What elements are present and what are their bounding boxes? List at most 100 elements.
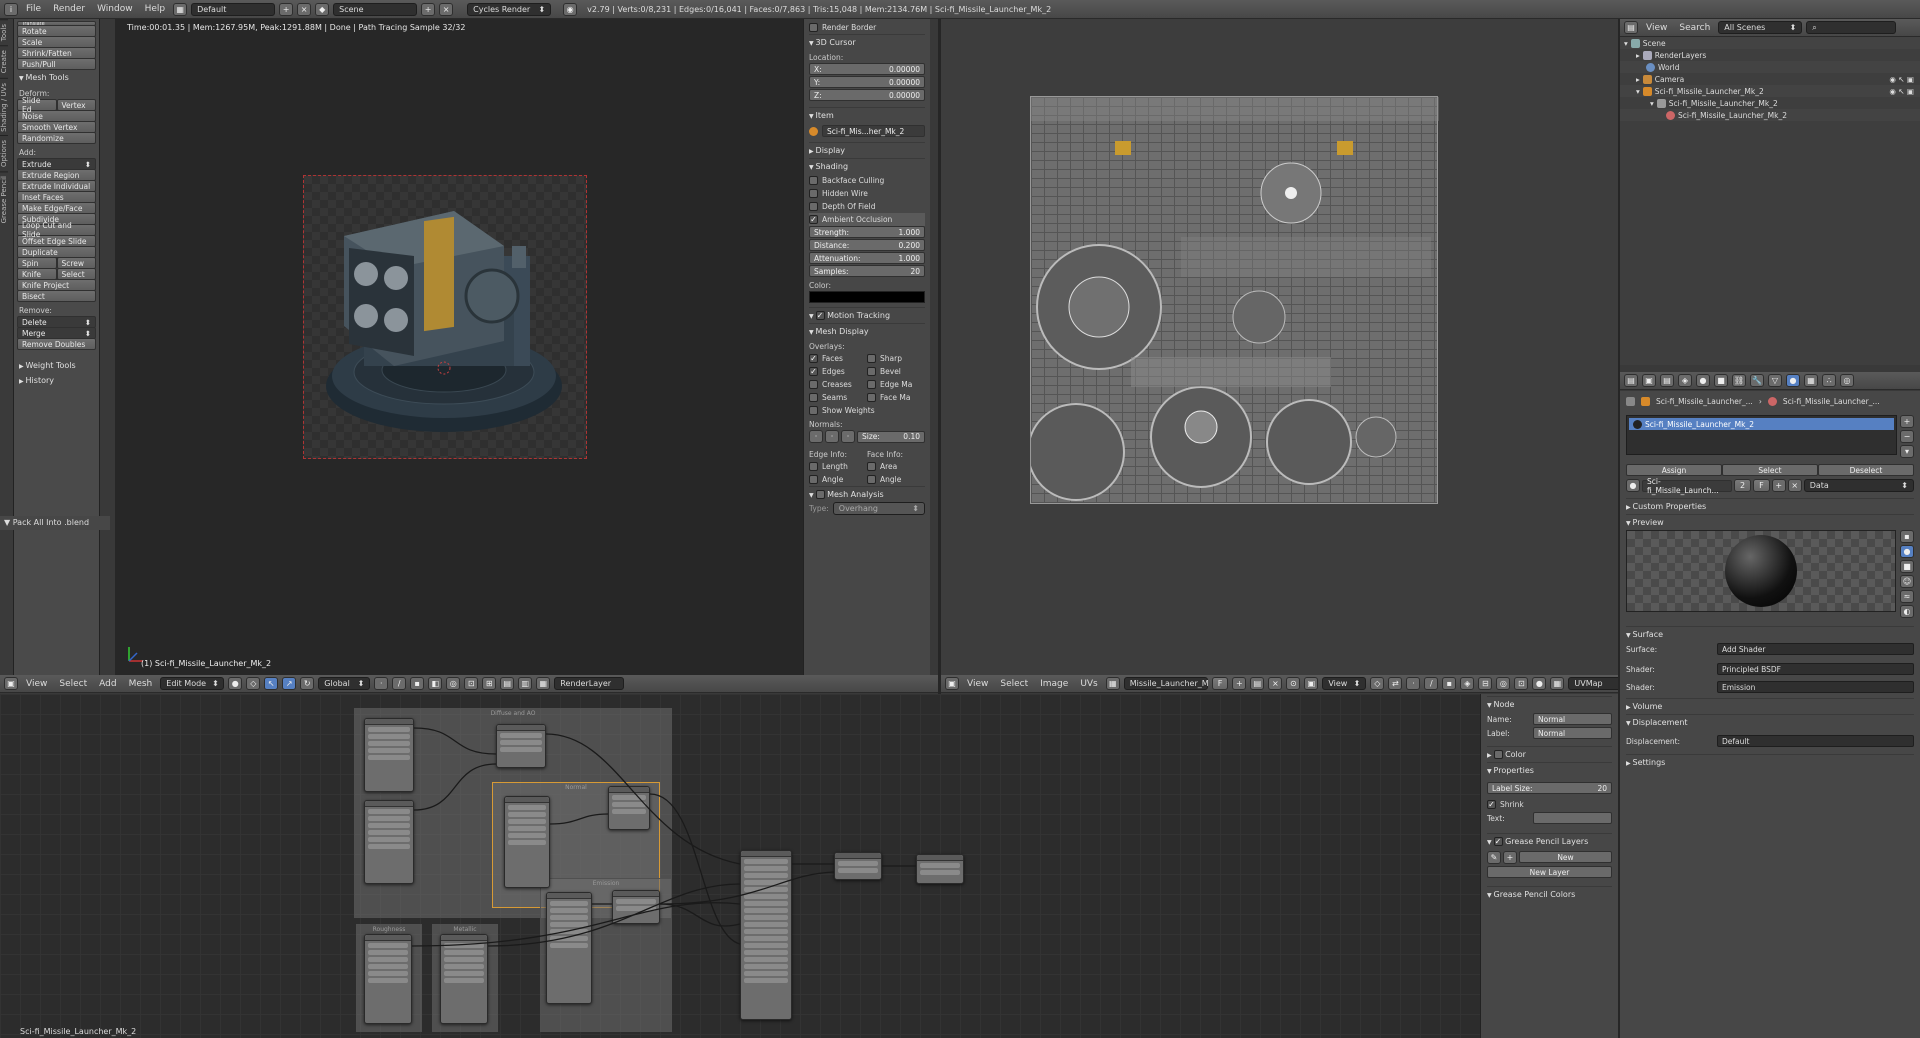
manipulator-icon[interactable]: ↖ <box>264 677 279 690</box>
surface-panel[interactable]: Surface <box>1626 626 1914 642</box>
uv-edge-icon[interactable]: / <box>1424 677 1439 690</box>
render-layers-tab-icon[interactable]: ▤ <box>1660 374 1674 387</box>
assign-button[interactable]: Assign <box>1626 464 1722 476</box>
gp-new-button[interactable]: New <box>1519 851 1612 863</box>
scene-tab-icon[interactable]: ◈ <box>1678 374 1692 387</box>
material-slot-item[interactable]: Sci-fi_Missile_Launcher_Mk_2 <box>1629 418 1894 430</box>
analysis-type-select[interactable]: Overhang ⬍ <box>832 502 925 515</box>
rotate-manip-icon[interactable]: ↻ <box>300 677 315 690</box>
render-border-toggle[interactable]: Render Border <box>809 21 925 34</box>
ao-color-swatch[interactable] <box>809 291 925 303</box>
display-panel[interactable]: Display <box>809 142 925 158</box>
outliner-item-material[interactable]: Sci-fi_Missile_Launcher_Mk_2 <box>1620 109 1920 121</box>
remove-doubles-button[interactable]: Remove Doubles <box>17 338 96 350</box>
face-normals-icon[interactable]: · <box>841 430 855 443</box>
menu-render[interactable]: Render <box>49 4 89 14</box>
menu-help[interactable]: Help <box>141 4 170 14</box>
deselect-button[interactable]: Deselect <box>1818 464 1914 476</box>
world-tab-icon[interactable]: ● <box>1696 374 1710 387</box>
mesh-tools-panel[interactable]: Mesh Tools <box>17 69 96 84</box>
displacement-panel[interactable]: Displacement <box>1626 714 1914 730</box>
item-name-field[interactable]: Sci-fi_Mis...her_Mk_2 <box>822 125 925 137</box>
text-field[interactable] <box>1533 812 1612 824</box>
editor-type-3d-icon[interactable]: ▣ <box>4 677 18 690</box>
ambient-occlusion-toggle[interactable]: Ambient Occlusion <box>809 213 925 226</box>
overlay-edge-marks-toggle[interactable]: Edge Ma <box>867 378 925 391</box>
uv-menu-uvs[interactable]: UVs <box>1076 679 1101 689</box>
overlay-face-marks-toggle[interactable]: Face Ma <box>867 391 925 404</box>
cursor-y-field[interactable]: Y: 0.00000 <box>809 76 925 88</box>
split-normals-icon[interactable]: · <box>825 430 839 443</box>
uv-menu-image[interactable]: Image <box>1036 679 1072 689</box>
material-fake-user-button[interactable]: F <box>1753 479 1770 492</box>
3d-cursor-panel[interactable]: 3D Cursor <box>809 34 925 50</box>
view-mode-selector[interactable]: View ⬍ <box>1322 677 1367 690</box>
render-layer-icon[interactable]: ▦ <box>536 677 551 690</box>
viewport-shading-icon[interactable]: ● <box>228 677 243 690</box>
outliner-search-input[interactable]: ⌕ <box>1806 21 1897 34</box>
snap-icon[interactable]: ⊡ <box>464 677 479 690</box>
gp-add-icon[interactable]: + <box>1503 851 1517 864</box>
pack-all-panel[interactable]: ▼ Pack All Into .blend <box>0 516 110 530</box>
image-pin-icon[interactable]: ⊙ <box>1286 677 1301 690</box>
slot-menu-icon[interactable]: ▾ <box>1900 445 1914 458</box>
vertex-select-icon[interactable]: · <box>374 677 389 690</box>
edge-select-icon[interactable]: / <box>392 677 407 690</box>
uv-channel-icon[interactable]: ● <box>1532 677 1547 690</box>
render-engine-selector[interactable]: Cycles Render ⬍ <box>467 2 552 16</box>
material-tab-icon[interactable]: ● <box>1786 374 1800 387</box>
uv-proportional-icon[interactable]: ◎ <box>1496 677 1511 690</box>
overlay-bevel-toggle[interactable]: Bevel <box>867 365 925 378</box>
tab-grease-pencil[interactable]: Grease Pencil <box>0 171 8 228</box>
image-new-icon[interactable]: + <box>1232 677 1247 690</box>
render-animation-icon[interactable]: ▥ <box>518 677 533 690</box>
uv-island-icon[interactable]: ◈ <box>1460 677 1475 690</box>
vertex-normals-icon[interactable]: · <box>809 430 823 443</box>
layout-selector[interactable]: Default <box>191 2 276 16</box>
preview-sphere-icon[interactable]: ● <box>1900 545 1914 558</box>
face-angle-toggle[interactable]: Angle <box>867 473 925 486</box>
ao-attenuation-field[interactable]: Attenuation: 1.000 <box>809 252 925 264</box>
3d-viewport[interactable]: Time:00:01.35 | Mem:1267.95M, Peak:1291.… <box>115 19 803 675</box>
displacement-selector[interactable]: Default <box>1717 735 1914 747</box>
uv-menu-select[interactable]: Select <box>996 679 1032 689</box>
node-panel[interactable]: Node <box>1487 696 1612 712</box>
ao-strength-field[interactable]: Strength: 1.000 <box>809 226 925 238</box>
npanel-scrollbar[interactable] <box>930 19 938 675</box>
uv-pivot-icon[interactable]: ◇ <box>1370 677 1385 690</box>
modifiers-tab-icon[interactable]: 🔧 <box>1750 374 1764 387</box>
editor-type-uv-icon[interactable]: ▣ <box>945 677 959 690</box>
remove-layout-icon[interactable]: × <box>297 2 312 16</box>
pivot-icon[interactable]: ◇ <box>246 677 261 690</box>
tab-shading-uvs[interactable]: Shading / UVs <box>0 77 8 136</box>
tab-tools[interactable]: Tools <box>0 19 8 46</box>
material-link-selector[interactable]: Data ⬍ <box>1803 479 1914 492</box>
uv-sync-icon[interactable]: ⇄ <box>1388 677 1403 690</box>
image-unlink-icon[interactable]: × <box>1268 677 1283 690</box>
pin-icon[interactable] <box>1626 396 1635 406</box>
overlay-sharp-toggle[interactable]: Sharp <box>867 352 925 365</box>
menu-select[interactable]: Select <box>55 679 91 689</box>
edge-length-toggle[interactable]: Length <box>809 460 867 473</box>
uv-face-icon[interactable]: ▪ <box>1442 677 1457 690</box>
editor-type-properties-icon[interactable]: ▤ <box>1624 374 1638 387</box>
grease-pencil-icon[interactable]: ✎ <box>1487 851 1501 864</box>
image-open-icon[interactable]: ▤ <box>1250 677 1265 690</box>
material-name-field[interactable]: Sci-fi_Missile_Launch... <box>1642 477 1732 495</box>
data-tab-icon[interactable]: ▽ <box>1768 374 1782 387</box>
history-panel[interactable]: History <box>17 372 96 387</box>
cursor-x-field[interactable]: X: 0.00000 <box>809 63 925 75</box>
outliner-item-mesh-data[interactable]: ▾ Sci-fi_Missile_Launcher_Mk_2 <box>1620 97 1920 109</box>
render-layer-selector[interactable]: RenderLayer <box>554 677 625 690</box>
ao-distance-field[interactable]: Distance: 0.200 <box>809 239 925 251</box>
remove-slot-icon[interactable]: − <box>1900 430 1914 443</box>
remove-scene-icon[interactable]: × <box>439 2 454 16</box>
overlay-creases-toggle[interactable]: Creases <box>809 378 867 391</box>
overlay-faces-toggle[interactable]: Faces <box>809 352 867 365</box>
mode-selector[interactable]: Edit Mode ⬍ <box>160 677 225 690</box>
material-new-icon[interactable]: + <box>1771 479 1786 492</box>
item-panel[interactable]: Item <box>809 107 925 123</box>
outliner-item-world[interactable]: World <box>1620 61 1920 73</box>
image-fake-user-button[interactable]: F <box>1211 677 1229 690</box>
outliner-menu-view[interactable]: View <box>1642 23 1671 33</box>
